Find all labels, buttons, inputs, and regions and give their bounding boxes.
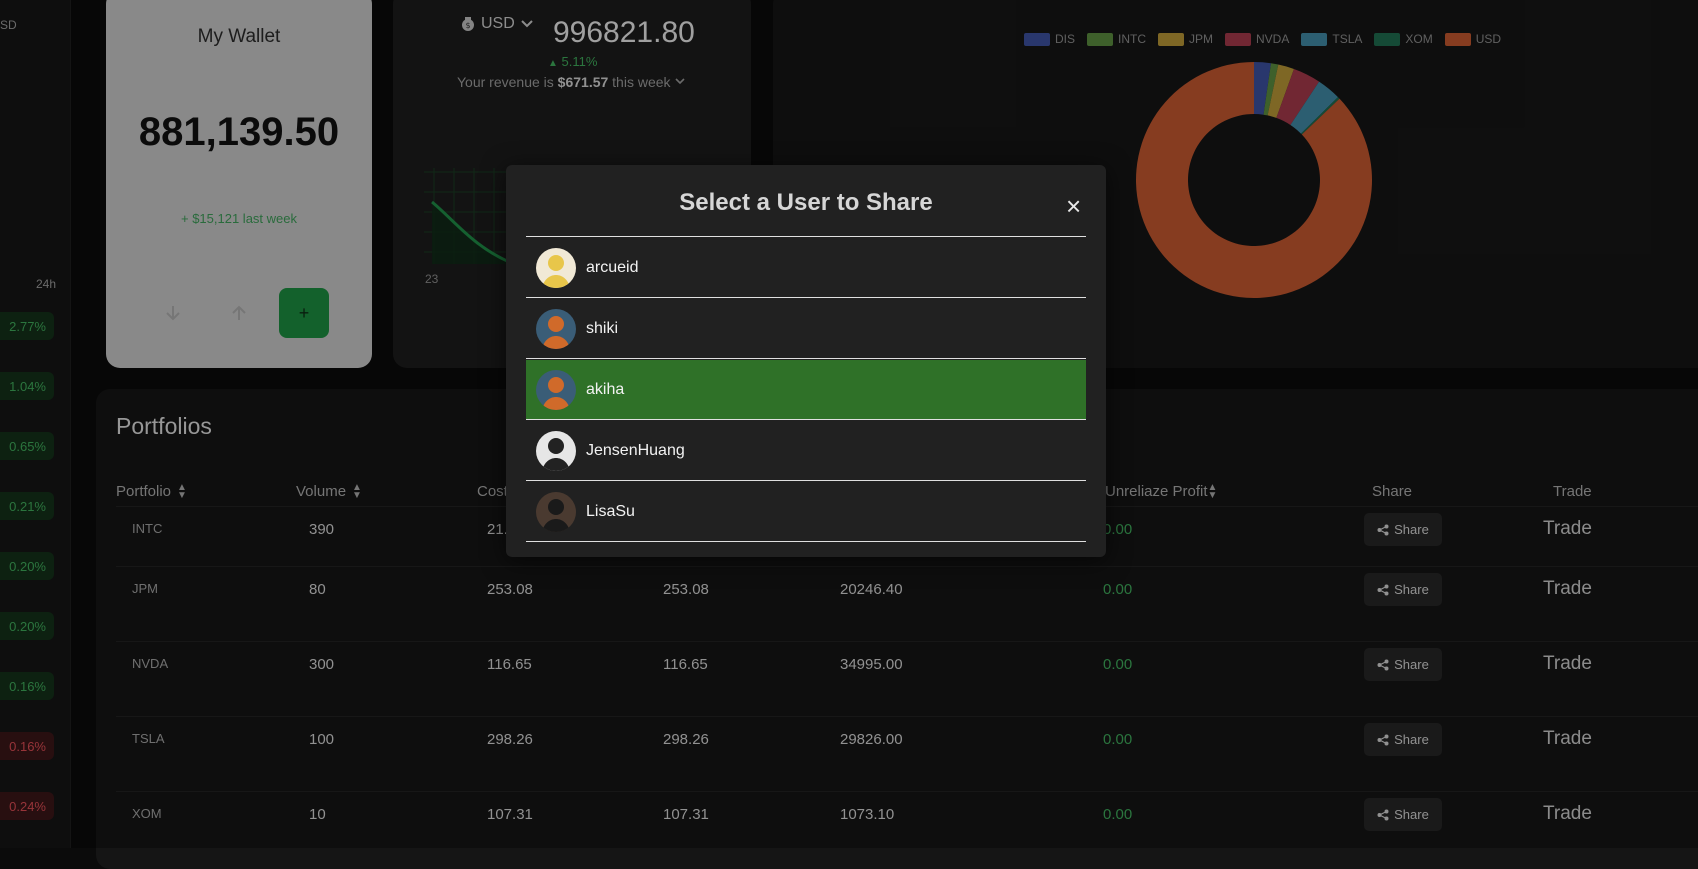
user-avatar-icon bbox=[536, 247, 576, 288]
avatar bbox=[536, 308, 576, 349]
modal-divider bbox=[526, 236, 1086, 237]
user-option-lisasu[interactable]: LisaSu bbox=[526, 482, 1086, 542]
user-name: akiha bbox=[586, 380, 625, 398]
share-user-modal: Select a User to Share × arcueid shiki aki… bbox=[506, 165, 1106, 557]
avatar bbox=[536, 491, 576, 532]
user-avatar-icon bbox=[536, 430, 576, 471]
user-avatar-icon bbox=[536, 491, 576, 532]
close-button[interactable]: × bbox=[1066, 191, 1081, 222]
user-option-akiha[interactable]: akiha bbox=[526, 360, 1086, 420]
user-option-arcueid[interactable]: arcueid bbox=[526, 238, 1086, 298]
avatar bbox=[536, 430, 576, 471]
avatar bbox=[536, 247, 576, 288]
user-avatar-icon bbox=[536, 308, 576, 349]
modal-title: Select a User to Share bbox=[679, 189, 933, 216]
user-name: JensenHuang bbox=[586, 441, 685, 459]
user-option-jensenhuang[interactable]: JensenHuang bbox=[526, 421, 1086, 481]
user-name: arcueid bbox=[586, 258, 639, 276]
user-option-shiki[interactable]: shiki bbox=[526, 299, 1086, 359]
user-name: shiki bbox=[586, 319, 619, 337]
avatar bbox=[536, 369, 576, 410]
user-avatar-icon bbox=[536, 369, 576, 410]
user-name: LisaSu bbox=[586, 502, 635, 520]
